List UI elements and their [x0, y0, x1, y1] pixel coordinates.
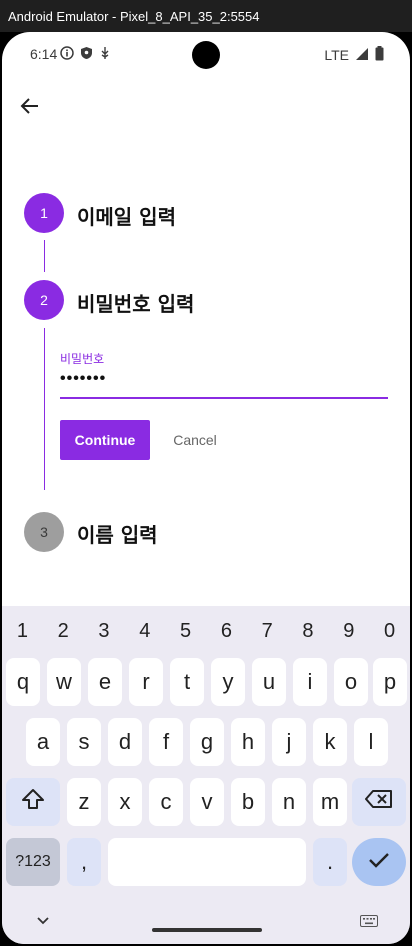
step-1-number: 1 [40, 205, 48, 221]
key-q[interactable]: q [6, 658, 40, 706]
key-g[interactable]: g [190, 718, 224, 766]
window-title: Android Emulator - Pixel_8_API_35_2:5554 [8, 8, 260, 24]
step-2-number: 2 [40, 292, 48, 308]
signal-icon [355, 47, 369, 64]
chevron-down-icon[interactable] [36, 911, 50, 930]
key-f[interactable]: f [149, 718, 183, 766]
status-notification-icons [60, 46, 111, 63]
emulator-title-bar: Android Emulator - Pixel_8_API_35_2:5554 [0, 0, 412, 32]
step-connector-1 [44, 240, 45, 272]
step-2-title[interactable]: 비밀번호 입력 [77, 288, 194, 317]
keyboard-icon[interactable] [360, 912, 378, 931]
shift-icon [21, 788, 45, 816]
enter-key[interactable] [352, 838, 406, 886]
password-label: 비밀번호 [60, 352, 105, 366]
shield-icon [80, 46, 93, 63]
key-t[interactable]: t [170, 658, 204, 706]
key-u[interactable]: u [252, 658, 286, 706]
step-3-indicator[interactable]: 3 [24, 512, 64, 552]
key-p[interactable]: p [373, 658, 407, 706]
status-system-icons: LTE [324, 46, 384, 64]
usb-debug-icon [99, 46, 111, 63]
step-connector-2 [44, 328, 45, 490]
step-3-number: 3 [40, 524, 48, 540]
key-k[interactable]: k [313, 718, 347, 766]
key-8[interactable]: 8 [288, 620, 329, 644]
step-3-title[interactable]: 이름 입력 [77, 519, 158, 548]
key-m[interactable]: m [313, 778, 347, 826]
password-underline [60, 397, 388, 399]
period-key[interactable]: . [313, 838, 347, 886]
soft-keyboard: 1 2 3 4 5 6 7 8 9 0 q w e r t y u i o p … [2, 606, 410, 944]
cancel-button[interactable]: Cancel [160, 420, 230, 460]
step-1-indicator[interactable]: 1 [24, 193, 64, 233]
check-icon [368, 849, 390, 875]
status-bar: 6:14 LTE [2, 32, 410, 78]
key-v[interactable]: v [190, 778, 224, 826]
key-0[interactable]: 0 [369, 620, 410, 644]
camera-cutout [192, 41, 220, 69]
backspace-key[interactable] [352, 778, 406, 826]
key-l[interactable]: l [354, 718, 388, 766]
gesture-nav-handle[interactable] [152, 928, 262, 932]
status-time: 6:14 [30, 46, 58, 62]
key-j[interactable]: j [272, 718, 306, 766]
key-b[interactable]: b [231, 778, 265, 826]
battery-icon [375, 46, 384, 64]
key-1[interactable]: 1 [2, 620, 43, 644]
key-9[interactable]: 9 [328, 620, 369, 644]
back-button[interactable] [16, 94, 44, 122]
continue-button[interactable]: Continue [60, 420, 150, 460]
number-row: 1 2 3 4 5 6 7 8 9 0 [2, 620, 410, 644]
backspace-icon [365, 789, 393, 815]
phone-screen: 6:14 LTE 1 이메일 입력 2 비밀번호 입력 비밀번호 •••••••… [2, 32, 410, 944]
comma-key[interactable]: , [67, 838, 101, 886]
key-2[interactable]: 2 [43, 620, 84, 644]
key-5[interactable]: 5 [165, 620, 206, 644]
key-h[interactable]: h [231, 718, 265, 766]
key-7[interactable]: 7 [247, 620, 288, 644]
space-key[interactable] [108, 838, 306, 886]
arrow-left-icon [20, 96, 40, 120]
key-s[interactable]: s [67, 718, 101, 766]
key-4[interactable]: 4 [124, 620, 165, 644]
key-x[interactable]: x [108, 778, 142, 826]
key-z[interactable]: z [67, 778, 101, 826]
password-input[interactable]: ••••••• [60, 370, 106, 388]
step-1-title[interactable]: 이메일 입력 [77, 201, 176, 230]
symbols-key[interactable]: ?123 [6, 838, 60, 886]
key-w[interactable]: w [47, 658, 81, 706]
key-r[interactable]: r [129, 658, 163, 706]
key-n[interactable]: n [272, 778, 306, 826]
key-a[interactable]: a [26, 718, 60, 766]
key-e[interactable]: e [88, 658, 122, 706]
step-2-indicator[interactable]: 2 [24, 280, 64, 320]
key-6[interactable]: 6 [206, 620, 247, 644]
key-y[interactable]: y [211, 658, 245, 706]
key-o[interactable]: o [334, 658, 368, 706]
key-c[interactable]: c [149, 778, 183, 826]
shift-key[interactable] [6, 778, 60, 826]
network-type: LTE [324, 47, 349, 63]
key-3[interactable]: 3 [84, 620, 125, 644]
info-icon [60, 46, 74, 63]
key-d[interactable]: d [108, 718, 142, 766]
key-i[interactable]: i [293, 658, 327, 706]
